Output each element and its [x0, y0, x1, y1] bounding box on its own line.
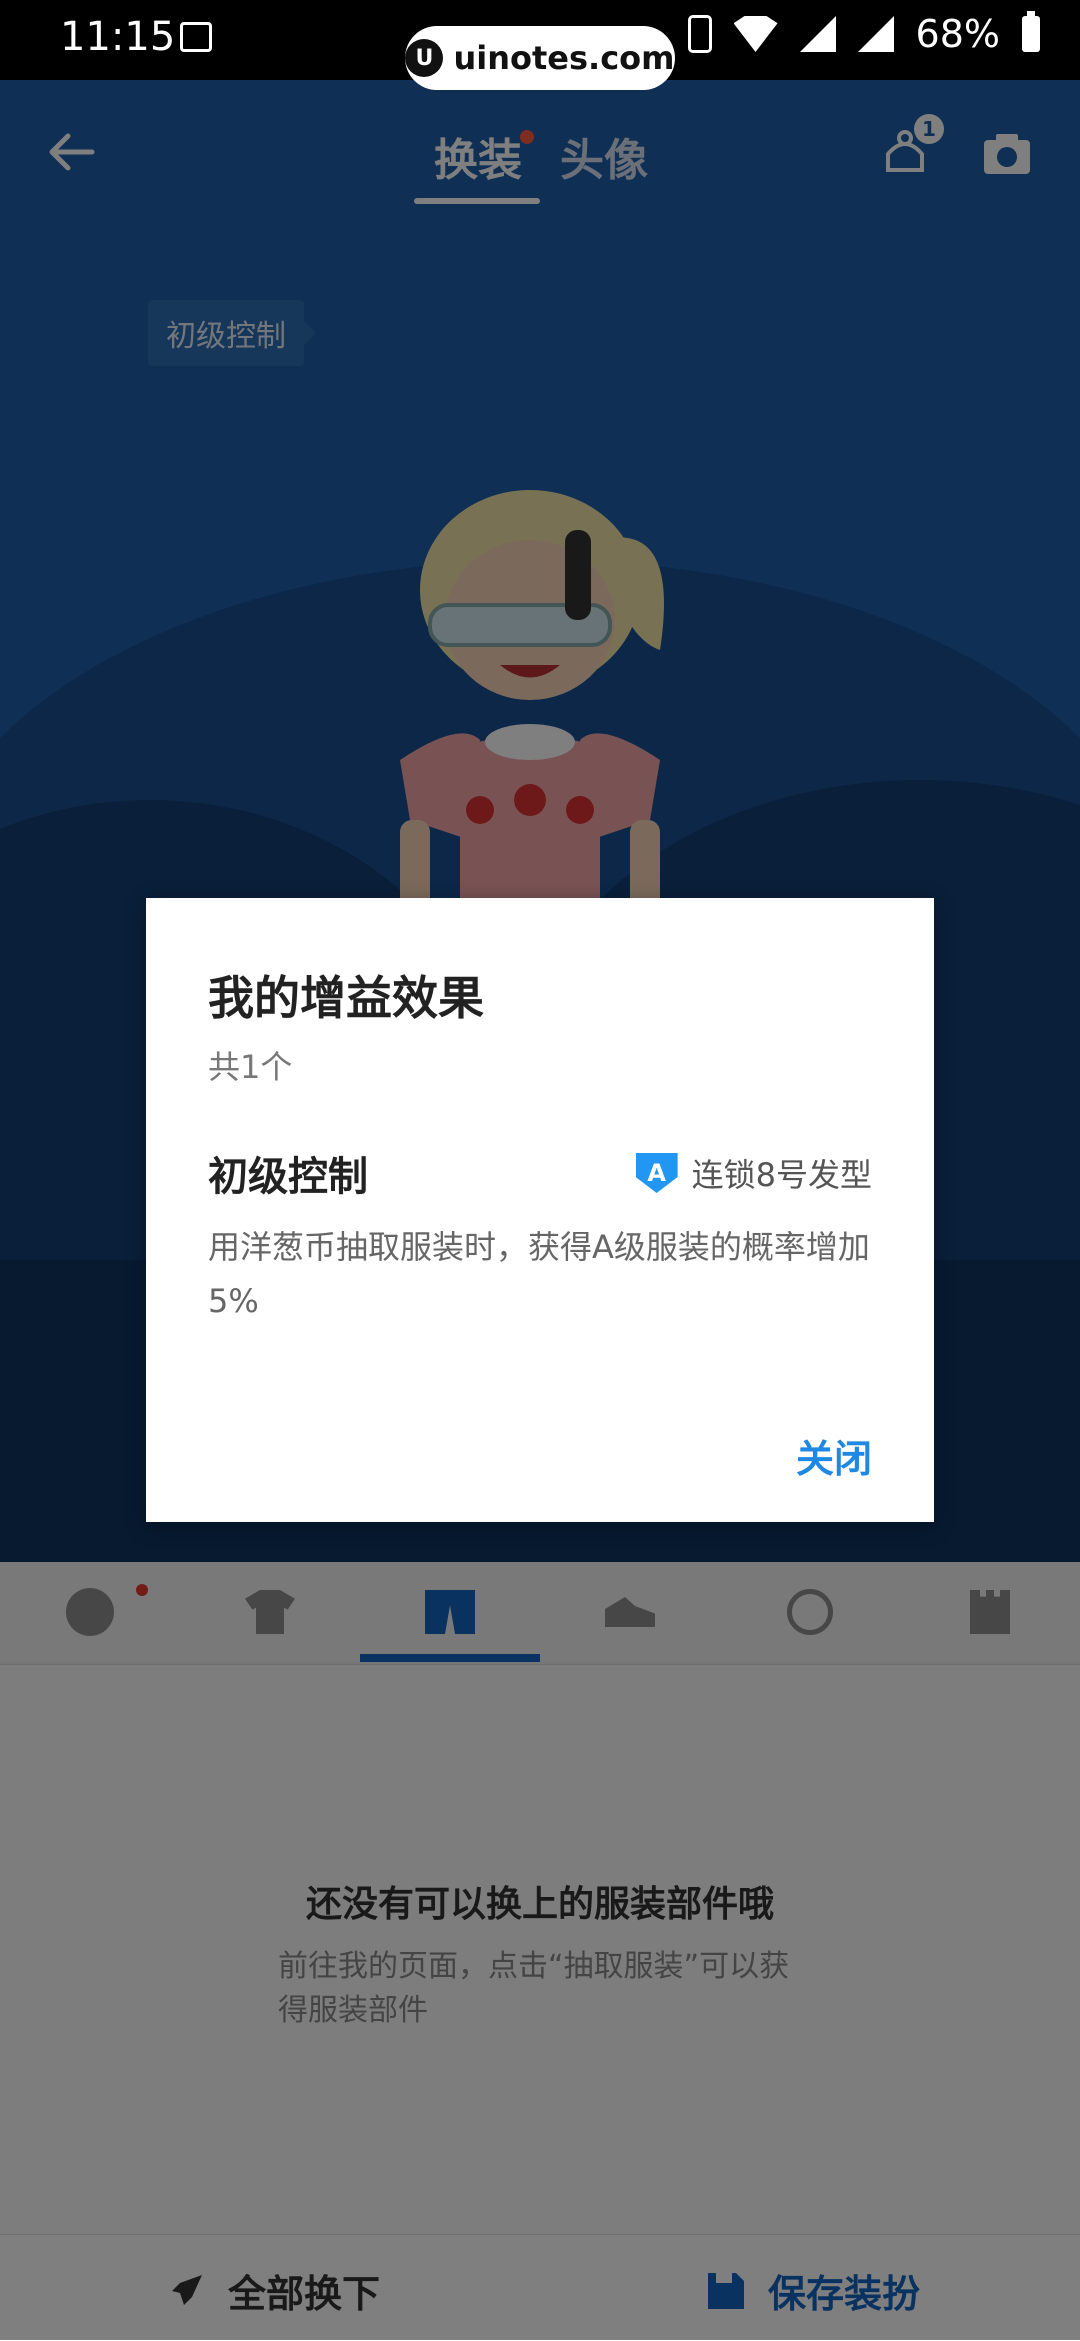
status-time: 11:15	[60, 14, 176, 60]
grade-a-shield-icon: A	[635, 1153, 678, 1193]
battery-percent: 68%	[915, 12, 1000, 56]
wifi-icon	[733, 16, 778, 52]
dialog-count: 共1个	[208, 1048, 293, 1086]
watermark-logo-icon: U	[405, 39, 444, 77]
effect-description: 用洋葱币抽取服装时，获得A级服装的概率增加5%	[208, 1228, 870, 1320]
effect-source-label: 连锁8号发型	[691, 1156, 872, 1194]
effect-source: A 连锁8号发型	[635, 1150, 872, 1196]
battery-icon	[1022, 11, 1040, 52]
dialog-title: 我的增益效果	[208, 971, 484, 1025]
image-notification-icon	[180, 22, 212, 52]
watermark: U uinotes.com	[405, 26, 675, 90]
buff-effects-dialog: 我的增益效果 共1个 初级控制 A 连锁8号发型 用洋葱币抽取服装时，获得A级服…	[146, 898, 934, 1522]
signal-icon	[799, 16, 836, 52]
effect-name: 初级控制	[208, 1154, 368, 1200]
status-indicators: 68%	[687, 11, 1040, 56]
watermark-text: uinotes.com	[453, 39, 675, 77]
vibrate-icon	[687, 15, 712, 53]
signal-icon-2	[857, 16, 894, 52]
close-button[interactable]: 关闭	[796, 1428, 872, 1483]
